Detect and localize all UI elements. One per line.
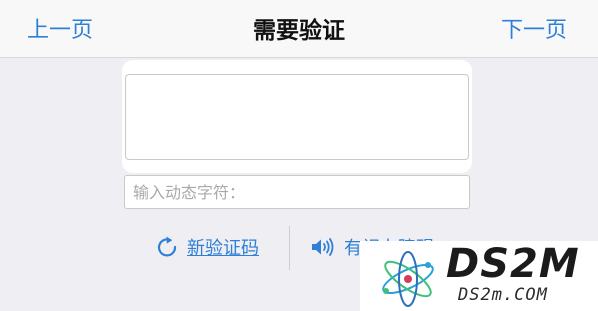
new-captcha-button[interactable]: 新验证码 [155, 232, 259, 262]
refresh-icon [155, 235, 179, 259]
atom-logo-icon [378, 247, 438, 307]
navigation-bar: 上一页 需要验证 下一页 [0, 0, 598, 58]
watermark-title: DS2M [446, 241, 580, 287]
captcha-image [125, 74, 469, 160]
next-page-button[interactable]: 下一页 [501, 12, 567, 44]
captcha-card [122, 60, 472, 173]
speaker-icon [310, 235, 336, 259]
captcha-code-input[interactable] [124, 175, 470, 209]
watermark-subtitle: DS2m.COM [458, 285, 548, 305]
divider [289, 226, 290, 270]
new-captcha-label: 新验证码 [187, 238, 259, 259]
watermark-overlay: DS2M DS2m.COM [360, 241, 598, 311]
